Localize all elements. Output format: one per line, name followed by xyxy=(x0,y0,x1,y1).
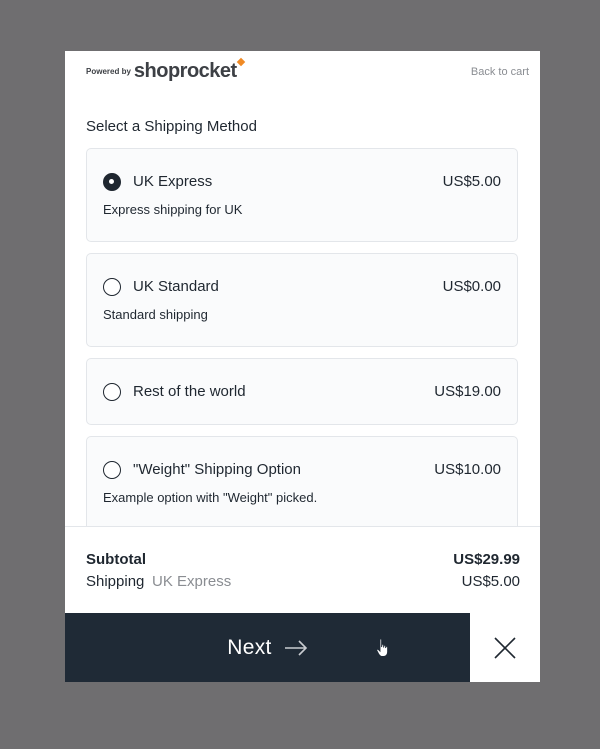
shipping-option-name: Rest of the world xyxy=(133,383,246,400)
shipping-option-rest-of-world[interactable]: Rest of the world US$19.00 xyxy=(86,358,518,425)
shipping-option-uk-express[interactable]: UK Express US$5.00 Express shipping for … xyxy=(86,148,518,242)
shipping-option-description: Example option with "Weight" picked. xyxy=(103,490,318,505)
shipping-label: Shipping xyxy=(86,573,145,590)
hand-pointer-icon xyxy=(376,638,389,657)
next-button[interactable]: Next xyxy=(65,613,470,682)
radio-unchecked-icon[interactable] xyxy=(103,383,121,401)
rocket-flame-icon xyxy=(236,57,245,67)
shipping-row: Shipping UK Express US$5.00 xyxy=(86,573,520,593)
subtotal-value: US$29.99 xyxy=(453,551,520,568)
subtotal-row: Subtotal US$29.99 xyxy=(86,551,520,571)
selected-shipping-method: UK Express xyxy=(152,573,232,590)
order-summary: Subtotal US$29.99 Shipping UK Express US… xyxy=(65,526,540,614)
back-to-cart-link[interactable]: Back to cart xyxy=(471,66,529,78)
shipping-option-name: UK Standard xyxy=(133,278,219,295)
close-icon xyxy=(494,636,516,659)
radio-unchecked-icon[interactable] xyxy=(103,461,121,479)
modal-header: Powered by shoprocket Back to cart xyxy=(65,51,540,101)
shipping-option-price: US$0.00 xyxy=(442,278,501,295)
shipping-option-description: Express shipping for UK xyxy=(103,202,243,217)
shipping-option-price: US$5.00 xyxy=(442,173,501,190)
arrow-right-icon xyxy=(284,639,307,656)
modal-footer: Next xyxy=(65,613,540,682)
brand-logo: Powered by shoprocket xyxy=(86,57,245,83)
close-button[interactable] xyxy=(470,613,540,682)
brand-name: shoprocket xyxy=(133,60,237,82)
shipping-option-name: UK Express xyxy=(133,173,213,190)
shipping-option-name: "Weight" Shipping Option xyxy=(133,461,301,478)
shipping-method-list: UK Express US$5.00 Express shipping for … xyxy=(86,148,518,557)
shipping-value: US$5.00 xyxy=(461,573,520,590)
radio-checked-icon[interactable] xyxy=(103,173,121,191)
next-button-label: Next xyxy=(227,635,272,659)
shipping-option-price: US$19.00 xyxy=(434,383,501,400)
radio-unchecked-icon[interactable] xyxy=(103,278,121,296)
subtotal-label: Subtotal xyxy=(86,551,146,568)
checkout-modal: Powered by shoprocket Back to cart Selec… xyxy=(65,51,540,682)
shipping-option-price: US$10.00 xyxy=(434,461,501,478)
powered-by-label: Powered by xyxy=(86,67,131,76)
section-title: Select a Shipping Method xyxy=(86,118,257,135)
shipping-option-description: Standard shipping xyxy=(103,307,208,322)
shipping-option-uk-standard[interactable]: UK Standard US$0.00 Standard shipping xyxy=(86,253,518,347)
